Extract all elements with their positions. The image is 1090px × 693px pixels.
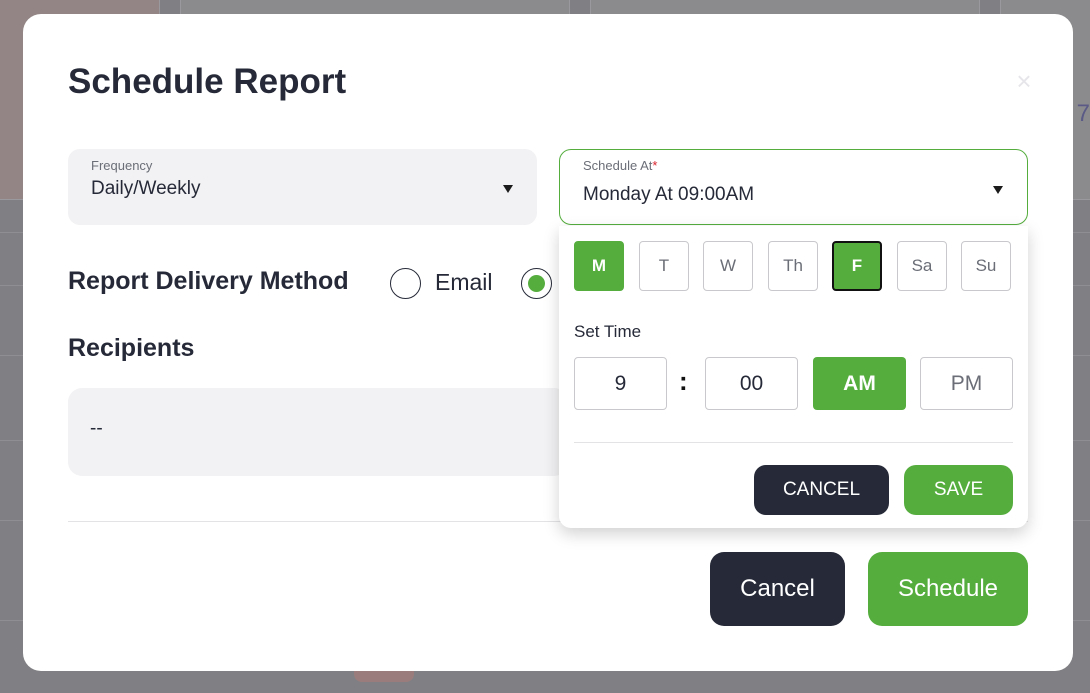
frequency-select[interactable]: Frequency Daily/Weekly — [68, 149, 537, 225]
background-partial-text: 7 — [1076, 100, 1090, 127]
picker-save-button[interactable]: SAVE — [904, 465, 1013, 515]
minute-input[interactable]: 00 — [705, 357, 798, 410]
day-toggle-saturday[interactable]: Sa — [897, 241, 947, 291]
schedule-picker-popover: M T W Th F Sa Su Set Time 9 : 00 AM PM C… — [559, 226, 1028, 528]
frequency-value: Daily/Weekly — [91, 178, 201, 199]
day-toggle-thursday[interactable]: Th — [768, 241, 818, 291]
frequency-label: Frequency — [91, 158, 153, 173]
caret-down-icon — [503, 185, 513, 193]
second-delivery-radio[interactable] — [521, 268, 552, 299]
am-toggle[interactable]: AM — [813, 357, 906, 410]
email-radio[interactable] — [390, 268, 421, 299]
time-separator: : — [679, 366, 688, 396]
picker-divider — [574, 442, 1013, 443]
recipients-value: -- — [90, 418, 103, 439]
close-icon[interactable]: × — [1009, 66, 1039, 96]
set-time-label: Set Time — [574, 322, 642, 341]
cancel-button[interactable]: Cancel — [710, 552, 845, 626]
schedule-report-modal: Schedule Report × Frequency Daily/Weekly… — [23, 14, 1073, 671]
pm-toggle[interactable]: PM — [920, 357, 1013, 410]
schedule-at-value: Monday At 09:00AM — [583, 184, 755, 205]
recipients-field[interactable]: -- — [68, 388, 568, 476]
day-toggle-wednesday[interactable]: W — [703, 241, 753, 291]
delivery-method-title: Report Delivery Method — [68, 267, 349, 295]
picker-cancel-button[interactable]: CANCEL — [754, 465, 889, 515]
schedule-at-select[interactable]: Schedule At* Monday At 09:00AM — [559, 149, 1028, 225]
schedule-at-label: Schedule At* — [583, 158, 658, 173]
hour-input[interactable]: 9 — [574, 357, 667, 410]
modal-title: Schedule Report — [68, 62, 347, 101]
caret-down-icon — [993, 186, 1003, 194]
day-toggle-sunday[interactable]: Su — [961, 241, 1011, 291]
recipients-title: Recipients — [68, 334, 195, 362]
day-toggle-monday[interactable]: M — [574, 241, 624, 291]
radio-selected-dot — [528, 275, 545, 292]
schedule-button[interactable]: Schedule — [868, 552, 1028, 626]
day-toggle-friday[interactable]: F — [832, 241, 882, 291]
day-toggle-tuesday[interactable]: T — [639, 241, 689, 291]
email-radio-label: Email — [435, 269, 493, 295]
required-asterisk: * — [652, 158, 658, 173]
